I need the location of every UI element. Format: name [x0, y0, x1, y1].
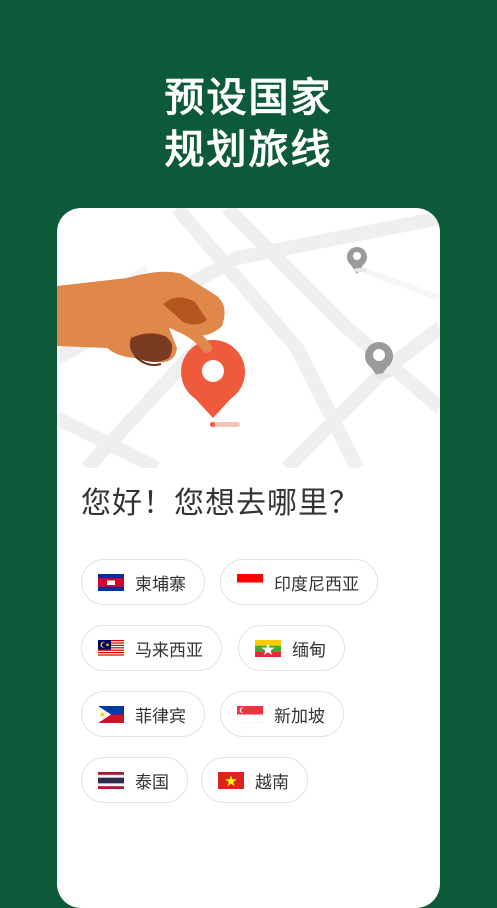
headline-line-2: 规划旅线 — [164, 127, 333, 173]
singapore-flag-icon — [237, 705, 263, 723]
country-chip-malaysia[interactable]: 马来西亚 — [81, 625, 222, 671]
country-chip-philippines[interactable]: 菲律宾 — [81, 691, 205, 737]
country-name: 菲律宾 — [135, 706, 186, 727]
map-illustration — [57, 208, 440, 468]
vietnam-flag-icon — [218, 771, 244, 789]
country-chip-thailand[interactable]: 泰国 — [81, 757, 188, 803]
headline-line-1: 预设国家 — [164, 75, 333, 121]
country-chip-cambodia[interactable]: 柬埔寨 — [81, 559, 205, 605]
cambodia-flag-icon — [98, 573, 124, 591]
location-pin-icon — [181, 340, 245, 418]
country-name: 泰国 — [135, 772, 169, 793]
country-name: 越南 — [255, 772, 289, 793]
country-name: 印度尼西亚 — [274, 574, 359, 595]
country-chip-vietnam[interactable]: 越南 — [201, 757, 308, 803]
philippines-flag-icon — [98, 705, 124, 723]
country-chip-singapore[interactable]: 新加坡 — [220, 691, 344, 737]
country-chip-indonesia[interactable]: 印度尼西亚 — [220, 559, 378, 605]
pin-shadow-indicator — [210, 422, 240, 427]
malaysia-flag-icon — [98, 639, 124, 657]
greeting-title: 您好！您想去哪里？ — [81, 486, 360, 521]
map-pin-small-icon — [347, 247, 367, 274]
country-chip-myanmar[interactable]: 缅甸 — [238, 625, 345, 671]
country-name: 缅甸 — [292, 640, 326, 661]
headline: 预设国家 规划旅线 — [0, 72, 497, 176]
country-name: 柬埔寨 — [135, 574, 186, 595]
destination-card: 您好！您想去哪里？ 柬埔寨 印度尼西亚 马来西亚 缅甸 菲律宾 新加坡 泰国 越… — [57, 208, 440, 908]
country-name: 新加坡 — [274, 706, 325, 727]
indonesia-flag-icon — [237, 573, 263, 591]
thailand-flag-icon — [98, 771, 124, 789]
country-name: 马来西亚 — [135, 640, 203, 661]
myanmar-flag-icon — [255, 639, 281, 657]
